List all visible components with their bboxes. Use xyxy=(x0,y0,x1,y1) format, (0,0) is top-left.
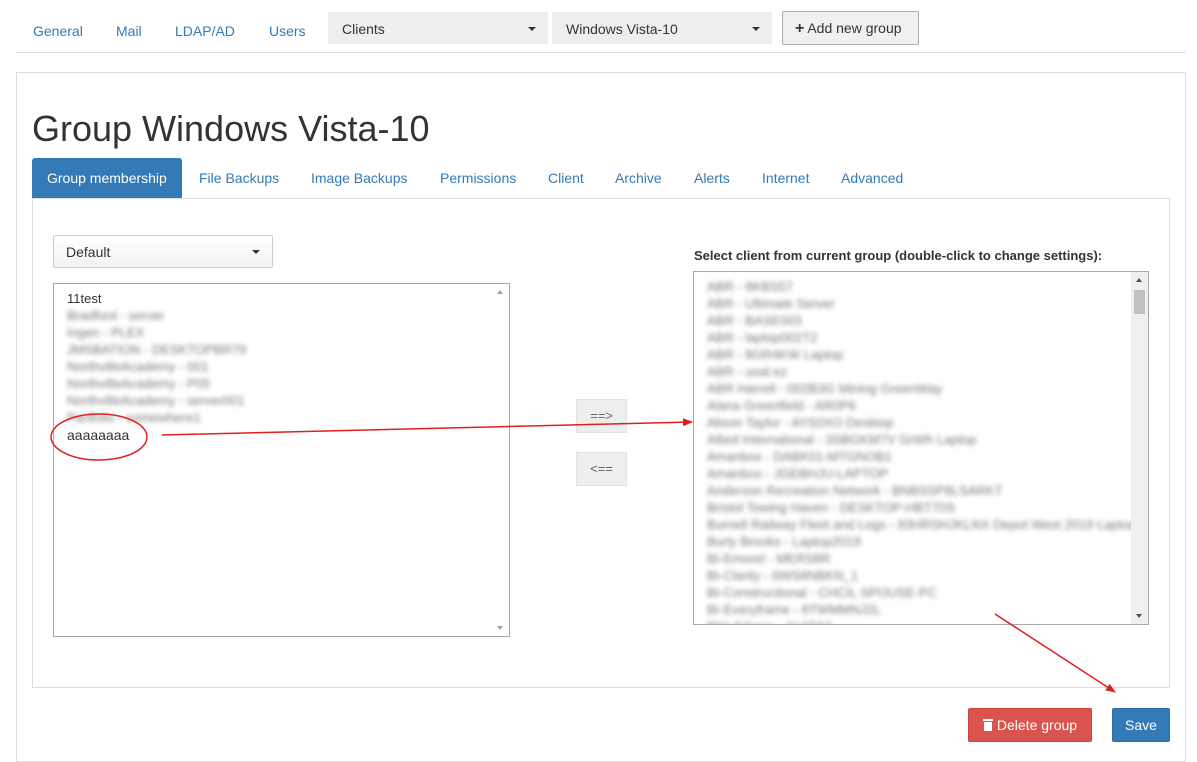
add-to-group-button[interactable]: ==> xyxy=(576,399,627,433)
source-client-item[interactable]: JMSBATION - DESKTOPBR79 xyxy=(54,341,509,358)
remove-from-group-button[interactable]: <== xyxy=(576,452,627,486)
source-client-item-aaaaaaaa[interactable]: aaaaaaaa xyxy=(54,427,509,444)
scroll-down-icon[interactable] xyxy=(1136,614,1142,618)
target-clients-list[interactable]: ABR - 8KBS57 ABR - Ultimate Server ABR - B… xyxy=(693,271,1149,625)
target-client-item[interactable]: Bristol Towing Haven - DESKTOP-HBT70S xyxy=(694,499,1131,516)
target-client-item[interactable]: BI-Clarity - 6WS8NBKN_1 xyxy=(694,567,1131,584)
top-navigation: General Mail LDAP/AD Users Clients Windo… xyxy=(16,10,1186,53)
target-list-label: Select client from current group (double… xyxy=(694,248,1103,263)
scroll-up-icon[interactable] xyxy=(1136,278,1142,282)
source-client-item[interactable]: Partfolio - somewhere1 xyxy=(54,409,509,426)
target-client-item[interactable]: ABR - laptop002T2 xyxy=(694,329,1131,346)
tab-image-backups[interactable]: Image Backups xyxy=(311,158,408,198)
source-client-item[interactable]: 11test xyxy=(54,290,509,307)
settings-type-select[interactable]: Clients xyxy=(328,12,548,44)
scroll-down-icon[interactable] xyxy=(497,626,503,630)
target-client-item[interactable]: Burly Brooks - Laptop2019 xyxy=(694,533,1131,550)
target-client-item[interactable]: ABR Harrell - 002B3G Mining GreenWay xyxy=(694,380,1131,397)
source-clients-list[interactable]: 11test Bradford - server Ingen - PLEX JM… xyxy=(53,283,510,637)
tab-alerts[interactable]: Alerts xyxy=(694,158,730,198)
target-client-item[interactable]: Amanbox - DABK01-MTGNOB1 xyxy=(694,448,1131,465)
target-client-item[interactable]: ABR - 8KBS57 xyxy=(694,278,1131,295)
tab-advanced[interactable]: Advanced xyxy=(841,158,903,198)
target-client-item[interactable]: Anderson Recreation Network - BNBSSP8LSA… xyxy=(694,482,1131,499)
target-client-item[interactable]: ABR - uoal.ez xyxy=(694,363,1131,380)
target-client-item[interactable]: Burnell Railway Fleet and Logs - 83HRSHJ… xyxy=(694,516,1137,533)
target-client-item[interactable]: BI-Constructional - CHCIL SPOUSE-PC xyxy=(694,584,1131,601)
target-client-item[interactable]: ABR - Ultimate Server xyxy=(694,295,1131,312)
target-client-item[interactable]: Amanbox - JGEBHJU-LAPTOP xyxy=(694,465,1131,482)
settings-type-value: Clients xyxy=(342,21,385,37)
source-client-item[interactable]: Bradford - server xyxy=(54,307,509,324)
add-new-group-button[interactable]: + Add new group xyxy=(782,11,919,45)
nav-link-mail[interactable]: Mail xyxy=(116,23,142,39)
add-new-group-label: Add new group xyxy=(807,20,902,36)
nav-link-users[interactable]: Users xyxy=(269,23,306,39)
target-client-item[interactable]: Alana Greenfield - AR0P6 xyxy=(694,397,1131,414)
source-list-scrollbar[interactable] xyxy=(492,284,509,636)
nav-link-ldap-ad[interactable]: LDAP/AD xyxy=(175,23,235,39)
target-client-item[interactable]: BI-Emorel - MERS8R xyxy=(694,550,1131,567)
tab-archive[interactable]: Archive xyxy=(615,158,662,198)
source-client-item[interactable]: Ingen - PLEX xyxy=(54,324,509,341)
target-client-item[interactable]: ABR - 8GR4KW Laptop xyxy=(694,346,1131,363)
scroll-thumb[interactable] xyxy=(1134,290,1145,314)
save-button[interactable]: Save xyxy=(1112,708,1170,742)
target-client-item[interactable]: BI-Everyframe - 8TWMMNJ2L xyxy=(694,601,1131,618)
tab-group-membership[interactable]: Group membership xyxy=(32,158,182,198)
tab-permissions[interactable]: Permissions xyxy=(440,158,516,198)
target-list-scrollbar[interactable] xyxy=(1131,272,1148,624)
delete-group-button[interactable]: Delete group xyxy=(968,708,1092,742)
target-client-item[interactable]: Alison Taylor - AYS0XO Desktop xyxy=(694,414,1131,431)
source-client-item[interactable]: NorthvilleAcademy - 001 xyxy=(54,358,509,375)
target-client-item[interactable]: BNI-Gibson - CUITS2 xyxy=(694,618,1131,624)
group-select-value: Windows Vista-10 xyxy=(566,21,678,37)
chevron-down-icon xyxy=(752,27,760,31)
delete-group-label: Delete group xyxy=(996,717,1078,733)
source-client-item[interactable]: NorthvilleAcademy - P05 xyxy=(54,375,509,392)
target-client-item[interactable]: Allied International - 3SBGKM7V GrWh Lap… xyxy=(694,431,1131,448)
target-client-item[interactable]: ABR - BASE003 xyxy=(694,312,1131,329)
chevron-down-icon xyxy=(528,27,536,31)
page-title: Group Windows Vista-10 xyxy=(32,108,430,149)
source-client-item[interactable]: NorthvilleAcademy - server001 xyxy=(54,392,509,409)
nav-link-general[interactable]: General xyxy=(33,23,83,39)
tab-client[interactable]: Client xyxy=(548,158,584,198)
source-group-select[interactable]: Default xyxy=(53,235,273,268)
group-select[interactable]: Windows Vista-10 xyxy=(552,12,772,44)
trash-icon xyxy=(982,719,993,731)
tab-internet[interactable]: Internet xyxy=(762,158,809,198)
chevron-down-icon xyxy=(252,250,260,254)
tab-file-backups[interactable]: File Backups xyxy=(199,158,279,198)
plus-icon: + xyxy=(795,20,805,37)
source-group-value: Default xyxy=(66,244,111,260)
scroll-up-icon[interactable] xyxy=(497,290,503,294)
